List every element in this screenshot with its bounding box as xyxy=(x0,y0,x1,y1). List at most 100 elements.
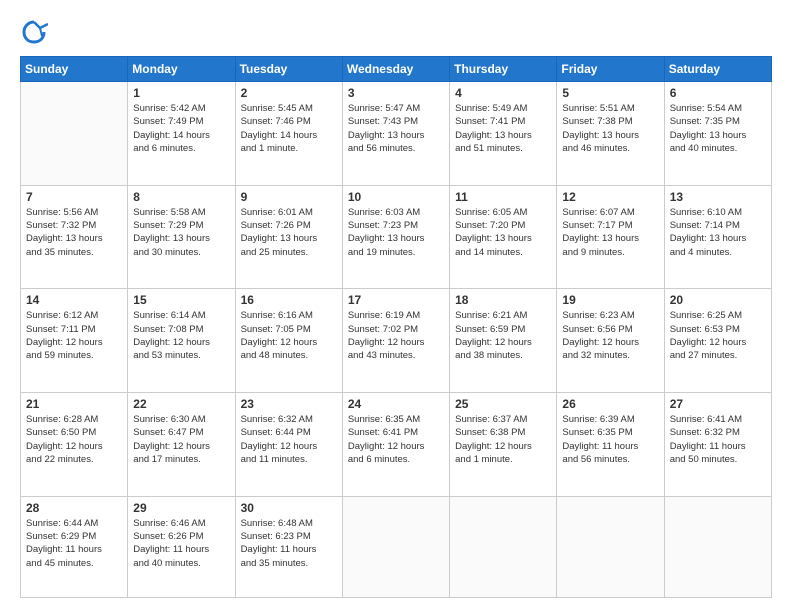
day-number: 14 xyxy=(26,293,122,307)
day-number: 18 xyxy=(455,293,551,307)
day-info: Sunrise: 6:12 AM Sunset: 7:11 PM Dayligh… xyxy=(26,309,122,362)
calendar-header-sunday: Sunday xyxy=(21,57,128,82)
calendar-cell: 2Sunrise: 5:45 AM Sunset: 7:46 PM Daylig… xyxy=(235,82,342,186)
day-number: 11 xyxy=(455,190,551,204)
calendar-table: SundayMondayTuesdayWednesdayThursdayFrid… xyxy=(20,56,772,598)
day-number: 29 xyxy=(133,501,229,515)
day-number: 12 xyxy=(562,190,658,204)
day-number: 17 xyxy=(348,293,444,307)
day-info: Sunrise: 6:30 AM Sunset: 6:47 PM Dayligh… xyxy=(133,413,229,466)
day-number: 9 xyxy=(241,190,337,204)
calendar-cell: 30Sunrise: 6:48 AM Sunset: 6:23 PM Dayli… xyxy=(235,496,342,597)
calendar-cell: 16 Sunrise: 6:16 AM Sunset: 7:05 PM Dayli… xyxy=(235,289,342,393)
day-number: 10 xyxy=(348,190,444,204)
day-number: 20 xyxy=(670,293,766,307)
day-info: Sunrise: 6:41 AM Sunset: 6:32 PM Dayligh… xyxy=(670,413,766,466)
calendar-cell: 21 Sunrise: 6:28 AM Sunset: 6:50 PM Dayli… xyxy=(21,392,128,496)
calendar-cell: 9Sunrise: 6:01 AM Sunset: 7:26 PM Daylig… xyxy=(235,185,342,289)
calendar-week-1: 1 Sunrise: 5:42 AM Sunset: 7:49 PM Daylig… xyxy=(21,82,772,186)
calendar-cell: 17 Sunrise: 6:19 AM Sunset: 7:02 PM Dayli… xyxy=(342,289,449,393)
calendar-cell: 22 Sunrise: 6:30 AM Sunset: 6:47 PM Dayli… xyxy=(128,392,235,496)
calendar-cell: 29 Sunrise: 6:46 AM Sunset: 6:26 PM Dayli… xyxy=(128,496,235,597)
day-info: Sunrise: 5:47 AM Sunset: 7:43 PM Dayligh… xyxy=(348,102,444,155)
day-number: 16 xyxy=(241,293,337,307)
day-number: 13 xyxy=(670,190,766,204)
calendar-cell: 8Sunrise: 5:58 AM Sunset: 7:29 PM Daylig… xyxy=(128,185,235,289)
calendar-week-2: 7 Sunrise: 5:56 AM Sunset: 7:32 PM Daylig… xyxy=(21,185,772,289)
calendar-cell: 11Sunrise: 6:05 AM Sunset: 7:20 PM Dayli… xyxy=(450,185,557,289)
calendar-cell: 1 Sunrise: 5:42 AM Sunset: 7:49 PM Daylig… xyxy=(128,82,235,186)
day-number: 7 xyxy=(26,190,122,204)
calendar-header-thursday: Thursday xyxy=(450,57,557,82)
calendar-cell: 12 Sunrise: 6:07 AM Sunset: 7:17 PM Dayli… xyxy=(557,185,664,289)
calendar-cell xyxy=(342,496,449,597)
calendar-cell xyxy=(450,496,557,597)
logo xyxy=(20,18,52,46)
day-info: Sunrise: 5:51 AM Sunset: 7:38 PM Dayligh… xyxy=(562,102,658,155)
calendar-header-saturday: Saturday xyxy=(664,57,771,82)
calendar-cell: 18 Sunrise: 6:21 AM Sunset: 6:59 PM Dayli… xyxy=(450,289,557,393)
day-info: Sunrise: 6:32 AM Sunset: 6:44 PM Dayligh… xyxy=(241,413,337,466)
calendar-week-4: 21 Sunrise: 6:28 AM Sunset: 6:50 PM Dayli… xyxy=(21,392,772,496)
day-info: Sunrise: 6:25 AM Sunset: 6:53 PM Dayligh… xyxy=(670,309,766,362)
day-info: Sunrise: 5:56 AM Sunset: 7:32 PM Dayligh… xyxy=(26,206,122,259)
calendar-cell: 20 Sunrise: 6:25 AM Sunset: 6:53 PM Dayli… xyxy=(664,289,771,393)
day-number: 6 xyxy=(670,86,766,100)
day-info: Sunrise: 6:10 AM Sunset: 7:14 PM Dayligh… xyxy=(670,206,766,259)
day-info: Sunrise: 6:19 AM Sunset: 7:02 PM Dayligh… xyxy=(348,309,444,362)
calendar-cell: 7 Sunrise: 5:56 AM Sunset: 7:32 PM Daylig… xyxy=(21,185,128,289)
calendar-cell: 19 Sunrise: 6:23 AM Sunset: 6:56 PM Dayli… xyxy=(557,289,664,393)
calendar-cell xyxy=(557,496,664,597)
calendar-cell: 25 Sunrise: 6:37 AM Sunset: 6:38 PM Dayli… xyxy=(450,392,557,496)
day-info: Sunrise: 6:23 AM Sunset: 6:56 PM Dayligh… xyxy=(562,309,658,362)
calendar-header-monday: Monday xyxy=(128,57,235,82)
day-number: 28 xyxy=(26,501,122,515)
calendar-week-3: 14 Sunrise: 6:12 AM Sunset: 7:11 PM Dayli… xyxy=(21,289,772,393)
day-info: Sunrise: 6:16 AM Sunset: 7:05 PM Dayligh… xyxy=(241,309,337,362)
day-number: 21 xyxy=(26,397,122,411)
calendar-cell: 26Sunrise: 6:39 AM Sunset: 6:35 PM Dayli… xyxy=(557,392,664,496)
day-info: Sunrise: 5:54 AM Sunset: 7:35 PM Dayligh… xyxy=(670,102,766,155)
day-info: Sunrise: 6:37 AM Sunset: 6:38 PM Dayligh… xyxy=(455,413,551,466)
day-number: 26 xyxy=(562,397,658,411)
day-info: Sunrise: 6:46 AM Sunset: 6:26 PM Dayligh… xyxy=(133,517,229,570)
day-number: 19 xyxy=(562,293,658,307)
day-info: Sunrise: 6:14 AM Sunset: 7:08 PM Dayligh… xyxy=(133,309,229,362)
day-info: Sunrise: 6:28 AM Sunset: 6:50 PM Dayligh… xyxy=(26,413,122,466)
calendar-cell: 15Sunrise: 6:14 AM Sunset: 7:08 PM Dayli… xyxy=(128,289,235,393)
calendar-cell: 5 Sunrise: 5:51 AM Sunset: 7:38 PM Daylig… xyxy=(557,82,664,186)
calendar-header-row: SundayMondayTuesdayWednesdayThursdayFrid… xyxy=(21,57,772,82)
day-number: 1 xyxy=(133,86,229,100)
day-number: 30 xyxy=(241,501,337,515)
day-number: 5 xyxy=(562,86,658,100)
calendar-week-5: 28 Sunrise: 6:44 AM Sunset: 6:29 PM Dayli… xyxy=(21,496,772,597)
calendar-cell: 13 Sunrise: 6:10 AM Sunset: 7:14 PM Dayli… xyxy=(664,185,771,289)
calendar-page: SundayMondayTuesdayWednesdayThursdayFrid… xyxy=(0,0,792,612)
day-info: Sunrise: 6:35 AM Sunset: 6:41 PM Dayligh… xyxy=(348,413,444,466)
logo-icon xyxy=(20,18,48,46)
calendar-cell: 10 Sunrise: 6:03 AM Sunset: 7:23 PM Dayli… xyxy=(342,185,449,289)
calendar-cell: 3 Sunrise: 5:47 AM Sunset: 7:43 PM Daylig… xyxy=(342,82,449,186)
day-info: Sunrise: 5:49 AM Sunset: 7:41 PM Dayligh… xyxy=(455,102,551,155)
day-info: Sunrise: 6:03 AM Sunset: 7:23 PM Dayligh… xyxy=(348,206,444,259)
day-number: 4 xyxy=(455,86,551,100)
day-number: 25 xyxy=(455,397,551,411)
calendar-cell: 23 Sunrise: 6:32 AM Sunset: 6:44 PM Dayli… xyxy=(235,392,342,496)
day-number: 23 xyxy=(241,397,337,411)
calendar-cell: 24Sunrise: 6:35 AM Sunset: 6:41 PM Dayli… xyxy=(342,392,449,496)
day-number: 22 xyxy=(133,397,229,411)
day-info: Sunrise: 5:42 AM Sunset: 7:49 PM Dayligh… xyxy=(133,102,229,155)
day-number: 2 xyxy=(241,86,337,100)
calendar-header-wednesday: Wednesday xyxy=(342,57,449,82)
day-number: 8 xyxy=(133,190,229,204)
day-number: 3 xyxy=(348,86,444,100)
day-info: Sunrise: 6:07 AM Sunset: 7:17 PM Dayligh… xyxy=(562,206,658,259)
page-header xyxy=(20,18,772,46)
calendar-cell xyxy=(664,496,771,597)
calendar-cell: 4 Sunrise: 5:49 AM Sunset: 7:41 PM Daylig… xyxy=(450,82,557,186)
calendar-cell xyxy=(21,82,128,186)
day-info: Sunrise: 6:44 AM Sunset: 6:29 PM Dayligh… xyxy=(26,517,122,570)
day-info: Sunrise: 6:21 AM Sunset: 6:59 PM Dayligh… xyxy=(455,309,551,362)
calendar-header-friday: Friday xyxy=(557,57,664,82)
calendar-cell: 28 Sunrise: 6:44 AM Sunset: 6:29 PM Dayli… xyxy=(21,496,128,597)
